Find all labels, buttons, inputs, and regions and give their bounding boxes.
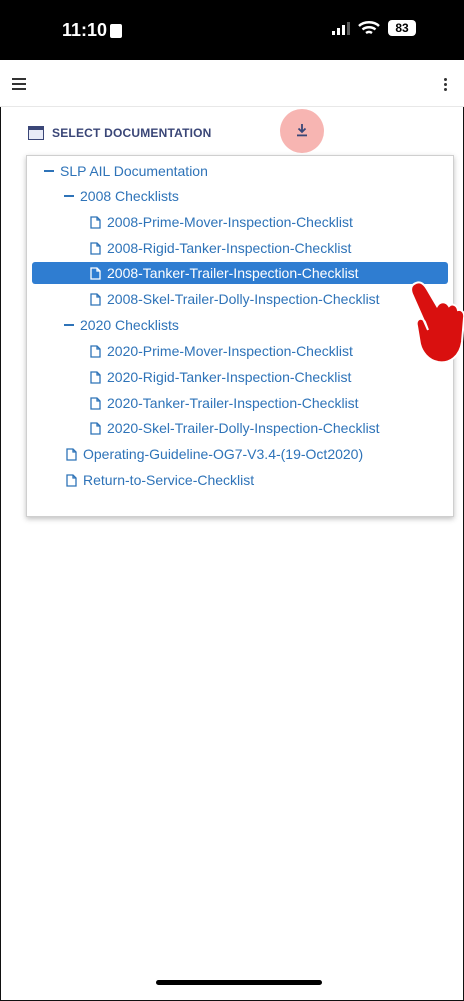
file-icon [90, 396, 101, 410]
battery-level: 83 [388, 20, 416, 36]
tree-node-label: SLP AIL Documentation [60, 163, 208, 179]
file-icon [66, 473, 77, 487]
file-icon [90, 241, 101, 255]
app-bar [0, 60, 464, 107]
tree-item-return-to-service[interactable]: Return-to-Service-Checklist [66, 470, 254, 490]
file-icon [90, 421, 101, 435]
collapse-icon[interactable] [44, 170, 54, 172]
tree-item-2020-skel-trailer-dolly[interactable]: 2020-Skel-Trailer-Dolly-Inspection-Check… [90, 418, 380, 438]
tree-item-label: Operating-Guideline-OG7-V3.4-(19-Oct2020… [83, 446, 364, 462]
tree-item-label: 2008-Skel-Trailer-Dolly-Inspection-Check… [107, 291, 380, 307]
status-time: 11:10 [62, 20, 108, 40]
home-indicator[interactable] [156, 980, 322, 985]
tree-item-2008-skel-trailer-dolly[interactable]: 2008-Skel-Trailer-Dolly-Inspection-Check… [90, 289, 380, 309]
tree-item-2020-rigid-tanker[interactable]: 2020-Rigid-Tanker-Inspection-Checklist [90, 367, 351, 387]
tree-item-label: 2008-Rigid-Tanker-Inspection-Checklist [107, 240, 352, 256]
file-icon [90, 370, 101, 384]
tree-item-2008-prime-mover[interactable]: 2008-Prime-Mover-Inspection-Checklist [90, 212, 353, 232]
cellular-signal-icon [332, 21, 350, 35]
tree-item-label: 2020-Rigid-Tanker-Inspection-Checklist [107, 369, 352, 385]
tree-node-2020-checklists[interactable]: 2020 Checklists [64, 315, 179, 335]
collapse-icon[interactable] [64, 195, 74, 197]
tree-node-root[interactable]: SLP AIL Documentation [44, 161, 208, 181]
tree-item-2020-prime-mover[interactable]: 2020-Prime-Mover-Inspection-Checklist [90, 341, 353, 361]
tree-item-label: 2008-Prime-Mover-Inspection-Checklist [107, 214, 353, 230]
tree-item-2020-tanker-trailer[interactable]: 2020-Tanker-Trailer-Inspection-Checklist [90, 393, 359, 413]
tree-item-label: 2020-Prime-Mover-Inspection-Checklist [107, 343, 353, 359]
tree-item-label: 2020-Skel-Trailer-Dolly-Inspection-Check… [107, 420, 380, 436]
tree-item-2008-rigid-tanker[interactable]: 2008-Rigid-Tanker-Inspection-Checklist [90, 238, 351, 258]
collapse-icon[interactable] [64, 324, 74, 326]
status-indicators: 83 [332, 20, 416, 36]
tree-item-label: 2008-Tanker-Trailer-Inspection-Checklist [107, 265, 359, 281]
file-icon [90, 344, 101, 358]
pointer-hand-icon [410, 281, 464, 364]
tree-node-label: 2008 Checklists [80, 188, 179, 204]
calendar-icon [28, 126, 44, 140]
tree-item-operating-guideline[interactable]: Operating-Guideline-OG7-V3.4-(19-Oct2020… [66, 444, 363, 464]
download-icon [297, 124, 307, 137]
tree-node-label: 2020 Checklists [80, 317, 179, 333]
status-bar: 11:10 83 [0, 0, 464, 60]
more-vertical-icon[interactable] [444, 78, 448, 92]
sim-icon [110, 24, 122, 38]
tree-item-label: Return-to-Service-Checklist [83, 472, 255, 488]
file-icon [90, 292, 101, 306]
tree-item-label: 2020-Tanker-Trailer-Inspection-Checklist [107, 395, 359, 411]
tree-node-2008-checklists[interactable]: 2008 Checklists [64, 186, 179, 206]
file-icon [66, 447, 77, 461]
tree-item-2008-tanker-trailer-selected[interactable]: 2008-Tanker-Trailer-Inspection-Checklist [90, 263, 359, 283]
download-button[interactable] [266, 107, 338, 155]
file-icon [90, 266, 101, 280]
select-documentation-label: SELECT DOCUMENTATION [52, 126, 212, 140]
file-icon [90, 215, 101, 229]
select-documentation-button[interactable]: SELECT DOCUMENTATION [28, 116, 212, 150]
wifi-icon [358, 21, 380, 34]
menu-icon[interactable] [12, 78, 26, 90]
